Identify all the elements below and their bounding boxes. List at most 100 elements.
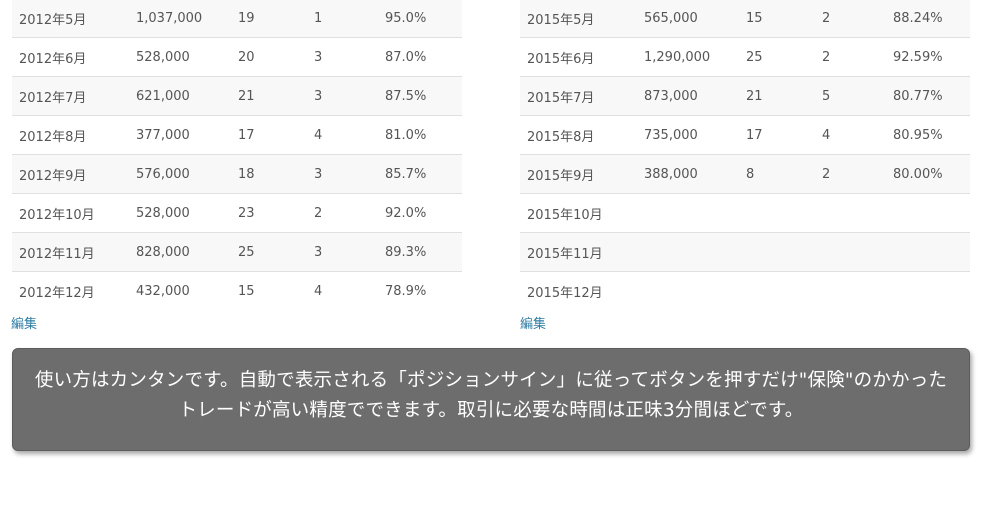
- table-cell: 80.95%: [886, 115, 970, 155]
- table-cell: 2015年12月: [520, 271, 637, 310]
- table-cell: 8: [739, 154, 815, 194]
- table-row: 2012年11月 828,000 25 3 89.3%: [12, 232, 462, 272]
- table-cell: 3: [307, 232, 378, 272]
- table-body: 2015年5月 565,000 15 2 88.24% 2015年6月 1,290,000 2…: [520, 0, 970, 310]
- table-row: 2015年10月: [520, 193, 970, 233]
- table-cell: 2012年12月: [12, 271, 129, 310]
- page: 2012年5月 1,037,000 19 1 95.0% 2012年6月 528,000 20…: [0, 0, 1000, 514]
- table-row: 2015年12月: [520, 271, 970, 310]
- table-cell: [886, 232, 970, 272]
- table-cell: 1,037,000: [129, 0, 231, 38]
- table-cell: [637, 271, 739, 310]
- table-cell: 735,000: [637, 115, 739, 155]
- table-cell: [739, 193, 815, 233]
- table-row: 2012年10月 528,000 23 2 92.0%: [12, 193, 462, 233]
- table-cell: 2015年10月: [520, 193, 637, 233]
- table-row: 2015年11月: [520, 232, 970, 272]
- table-cell: 17: [739, 115, 815, 155]
- table-cell: 21: [739, 76, 815, 116]
- table-cell: [815, 193, 886, 233]
- table-cell: 89.3%: [378, 232, 462, 272]
- table-row: 2015年7月 873,000 21 5 80.77%: [520, 76, 970, 116]
- edit-link-left[interactable]: 編集: [11, 313, 37, 332]
- table-cell: [886, 193, 970, 233]
- table-cell: 828,000: [129, 232, 231, 272]
- table-cell: 377,000: [129, 115, 231, 155]
- table-cell: 17: [231, 115, 307, 155]
- table-cell: 2: [815, 154, 886, 194]
- table-cell: [637, 232, 739, 272]
- table-row: 2012年5月 1,037,000 19 1 95.0%: [12, 0, 462, 38]
- table-body: 2012年5月 1,037,000 19 1 95.0% 2012年6月 528,000 20…: [12, 0, 462, 310]
- table-cell: 2015年5月: [520, 0, 637, 38]
- table-cell: 15: [231, 271, 307, 310]
- table-cell: 565,000: [637, 0, 739, 38]
- table-cell: 23: [231, 193, 307, 233]
- table-cell: [886, 271, 970, 310]
- table-cell: 2: [307, 193, 378, 233]
- table-cell: 2012年8月: [12, 115, 129, 155]
- table-cell: 92.0%: [378, 193, 462, 233]
- table-cell: 92.59%: [886, 37, 970, 77]
- table-cell: 621,000: [129, 76, 231, 116]
- table-row: 2015年6月 1,290,000 25 2 92.59%: [520, 37, 970, 77]
- table-cell: 81.0%: [378, 115, 462, 155]
- edit-link-right[interactable]: 編集: [520, 313, 546, 332]
- table-cell: 576,000: [129, 154, 231, 194]
- table-cell: 2012年11月: [12, 232, 129, 272]
- info-notice-box: 使い方はカンタンです。自動で表示される「ポジションサイン」に従ってボタンを押すだ…: [12, 348, 970, 451]
- table-cell: 1,290,000: [637, 37, 739, 77]
- table-cell: 2012年6月: [12, 37, 129, 77]
- table-cell: 19: [231, 0, 307, 38]
- table-cell: 2012年10月: [12, 193, 129, 233]
- notice-text: 使い方はカンタンです。自動で表示される「ポジションサイン」に従ってボタンを押すだ…: [34, 370, 948, 421]
- table-cell: 528,000: [129, 193, 231, 233]
- table-row: 2012年12月 432,000 15 4 78.9%: [12, 271, 462, 310]
- table-cell: 2: [815, 37, 886, 77]
- table-cell: 1: [307, 0, 378, 38]
- table-cell: 25: [231, 232, 307, 272]
- table-cell: 3: [307, 154, 378, 194]
- table-cell: 4: [815, 115, 886, 155]
- table-cell: 88.24%: [886, 0, 970, 38]
- table-cell: 873,000: [637, 76, 739, 116]
- table-cell: 4: [307, 271, 378, 310]
- table-row: 2012年9月 576,000 18 3 85.7%: [12, 154, 462, 194]
- table-cell: 20: [231, 37, 307, 77]
- table-cell: [637, 193, 739, 233]
- table-cell: 2015年11月: [520, 232, 637, 272]
- table-cell: 432,000: [129, 271, 231, 310]
- table-cell: 80.77%: [886, 76, 970, 116]
- table-cell: 5: [815, 76, 886, 116]
- table-cell: 78.9%: [378, 271, 462, 310]
- table-row: 2015年5月 565,000 15 2 88.24%: [520, 0, 970, 38]
- table-cell: [739, 232, 815, 272]
- table-cell: 25: [739, 37, 815, 77]
- table-row: 2012年7月 621,000 21 3 87.5%: [12, 76, 462, 116]
- table-cell: 2: [815, 0, 886, 38]
- results-table-2015: 2015年5月 565,000 15 2 88.24% 2015年6月 1,290,000 2…: [520, 0, 970, 310]
- table-cell: 3: [307, 37, 378, 77]
- table-cell: [815, 271, 886, 310]
- table-cell: 87.0%: [378, 37, 462, 77]
- table-cell: 2015年6月: [520, 37, 637, 77]
- table-cell: 528,000: [129, 37, 231, 77]
- table-cell: 87.5%: [378, 76, 462, 116]
- table-cell: 2012年5月: [12, 0, 129, 38]
- table-cell: 3: [307, 76, 378, 116]
- table-row: 2015年8月 735,000 17 4 80.95%: [520, 115, 970, 155]
- table-cell: 21: [231, 76, 307, 116]
- table-cell: 2012年9月: [12, 154, 129, 194]
- table-cell: 388,000: [637, 154, 739, 194]
- table-row: 2012年6月 528,000 20 3 87.0%: [12, 37, 462, 77]
- table-cell: 80.00%: [886, 154, 970, 194]
- table-cell: 2015年8月: [520, 115, 637, 155]
- table-cell: 2015年9月: [520, 154, 637, 194]
- table-cell: 4: [307, 115, 378, 155]
- table-cell: 15: [739, 0, 815, 38]
- table-cell: [815, 232, 886, 272]
- table-cell: 95.0%: [378, 0, 462, 38]
- table-row: 2015年9月 388,000 8 2 80.00%: [520, 154, 970, 194]
- table-cell: 2015年7月: [520, 76, 637, 116]
- results-table-2012: 2012年5月 1,037,000 19 1 95.0% 2012年6月 528,000 20…: [12, 0, 462, 310]
